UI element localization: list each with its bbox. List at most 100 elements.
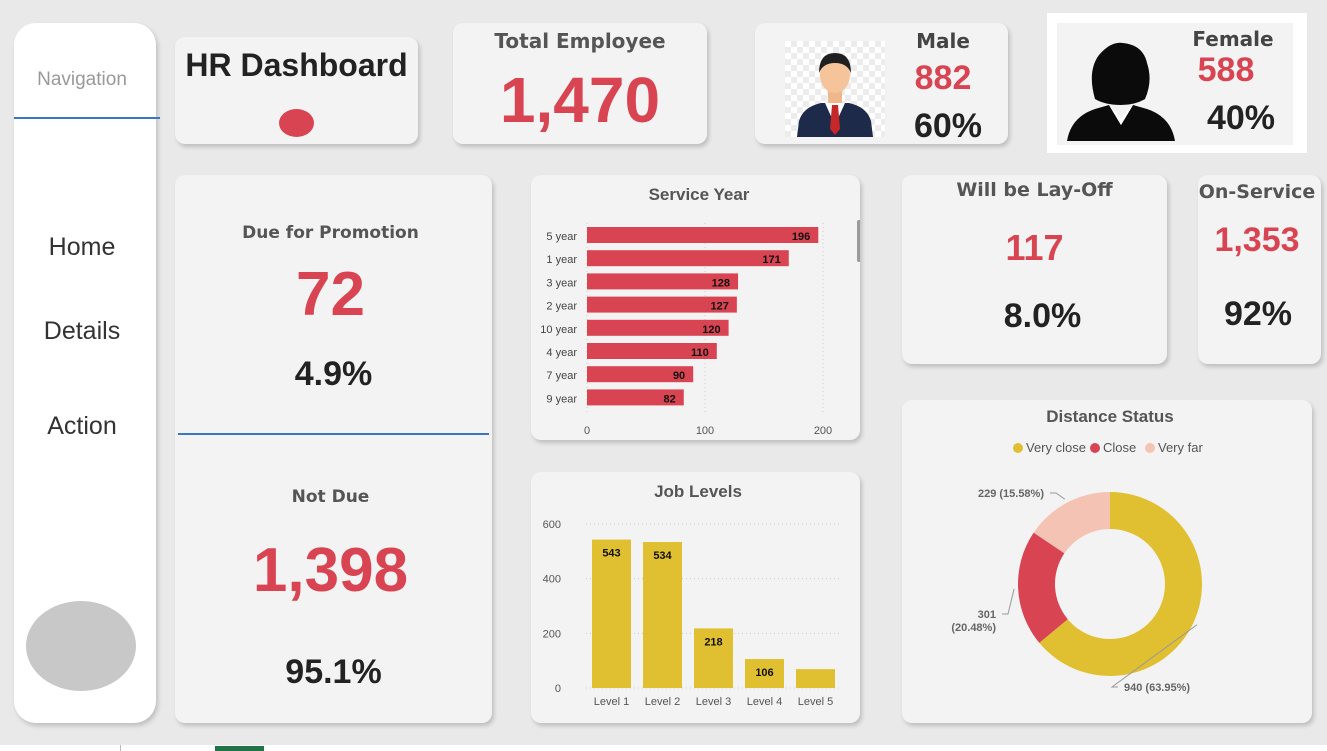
due-promotion-value: 72: [296, 260, 365, 329]
distance-leader-line: [1050, 492, 1066, 500]
female-card: Female 588 40%: [1047, 13, 1307, 153]
total-employee-card: Total Employee 1,470: [453, 23, 707, 144]
job-levels-bar[interactable]: [643, 542, 682, 688]
service-year-data-label: 82: [664, 393, 676, 405]
service-year-chart: Service Year 5 year 196 1 year 171 3 year 128…: [540, 185, 862, 437]
distance-status-card: Distance Status Very close Close Very far …: [902, 400, 1312, 723]
promotion-divider: [178, 433, 489, 435]
layoff-card: Will be Lay-Off 117 8.0%: [902, 175, 1167, 364]
dashboard-title-card: HR Dashboard: [175, 37, 418, 144]
job-levels-category-label: Level 4: [747, 696, 782, 708]
male-avatar-icon: [785, 41, 885, 137]
on-service-percent: 92%: [1223, 295, 1293, 333]
total-employee-label: Total Employee: [494, 29, 666, 53]
distance-legend-marker: [1013, 443, 1023, 453]
service-year-category-label: 1 year: [546, 254, 577, 266]
distance-data-label: 301: [978, 609, 996, 621]
not-due-percent: 95.1%: [285, 653, 382, 691]
on-service-card: On-Service 1,353 92%: [1198, 175, 1321, 364]
service-year-category-label: 5 year: [546, 231, 577, 243]
distance-data-label: (20.48%): [951, 622, 996, 634]
job-levels-bar[interactable]: [796, 669, 835, 688]
service-year-data-label: 127: [711, 301, 729, 313]
service-year-bar[interactable]: [587, 227, 819, 243]
on-service-label: On-Service: [1198, 181, 1316, 203]
job-levels-ytick: 200: [543, 628, 561, 640]
sheet-tab-divider: [120, 745, 121, 751]
layoff-value: 117: [1005, 227, 1064, 268]
female-value: 588: [1197, 51, 1255, 89]
service-year-data-label: 110: [691, 347, 709, 359]
service-year-data-label: 171: [762, 254, 780, 266]
service-year-card: Service Year 5 year 196 1 year 171 3 year 128…: [531, 175, 862, 440]
service-year-xtick: 0: [584, 425, 590, 437]
not-due-label: Not Due: [291, 487, 370, 507]
layoff-percent: 8.0%: [1003, 297, 1082, 335]
job-levels-category-label: Level 2: [645, 696, 680, 708]
job-levels-ytick: 600: [543, 519, 561, 531]
service-year-title: Service Year: [649, 185, 750, 204]
distance-legend-label[interactable]: Close: [1103, 440, 1136, 455]
job-levels-data-label: 534: [653, 550, 672, 562]
distance-legend-label[interactable]: Very close: [1026, 440, 1086, 455]
sheet-tab-bar: [0, 745, 1327, 751]
nav-item-action[interactable]: Action: [14, 412, 150, 441]
job-levels-title: Job Levels: [654, 482, 742, 501]
due-promotion-percent: 4.9%: [294, 355, 373, 393]
navigation-divider: [14, 117, 160, 119]
service-year-bar[interactable]: [587, 250, 789, 267]
distance-status-title: Distance Status: [1046, 407, 1174, 426]
job-levels-bar[interactable]: [592, 539, 631, 688]
not-due-value: 1,398: [252, 536, 409, 605]
job-levels-card: Job Levels 543 534 218 106 0 200 400 600 Level…: [531, 472, 860, 723]
navigation-panel: Navigation Home Details Action: [14, 23, 160, 723]
nav-item-details[interactable]: Details: [14, 317, 150, 346]
layoff-label: Will be Lay-Off: [956, 179, 1113, 201]
service-year-scrollbar[interactable]: [857, 220, 862, 262]
service-year-category-label: 3 year: [546, 277, 577, 289]
job-levels-data-label: 543: [602, 548, 620, 560]
job-levels-data-label: 218: [704, 636, 722, 648]
male-value: 882: [914, 59, 972, 97]
service-year-data-label: 90: [673, 370, 685, 382]
status-dot[interactable]: [279, 109, 314, 137]
navigation-title: Navigation: [37, 69, 127, 90]
male-card: Male 882 60%: [755, 23, 1008, 145]
male-label: Male: [916, 29, 970, 53]
service-year-data-label: 128: [712, 277, 730, 289]
job-levels-ytick: 400: [543, 574, 561, 586]
total-employee-value: 1,470: [499, 64, 661, 136]
service-year-category-label: 7 year: [546, 370, 577, 382]
job-levels-chart: Job Levels 543 534 218 106 0 200 400 600 Level…: [543, 482, 841, 708]
service-year-xtick: 200: [814, 425, 832, 437]
service-year-category-label: 4 year: [546, 347, 577, 359]
nav-toggle-button[interactable]: [26, 601, 136, 691]
male-percent: 60%: [913, 107, 983, 145]
service-year-data-label: 120: [702, 324, 720, 336]
female-avatar-icon: [1065, 41, 1177, 141]
distance-status-chart: Distance Status Very close Close Very far …: [951, 407, 1203, 694]
job-levels-category-label: Level 3: [696, 696, 731, 708]
distance-data-label: 940 (63.95%): [1124, 682, 1190, 694]
promotion-card: Due for Promotion 72 4.9% Not Due 1,398 …: [175, 175, 492, 723]
distance-legend-marker: [1090, 443, 1100, 453]
service-year-category-label: 9 year: [546, 393, 577, 405]
service-year-category-label: 10 year: [540, 324, 577, 336]
page-title: HR Dashboard: [185, 47, 408, 83]
distance-legend-marker: [1145, 443, 1155, 453]
due-promotion-label: Due for Promotion: [242, 223, 419, 243]
distance-legend-label[interactable]: Very far: [1158, 440, 1203, 455]
female-card-inner: Female 588 40%: [1057, 23, 1293, 145]
service-year-data-label: 196: [792, 231, 810, 243]
job-levels-category-label: Level 5: [798, 696, 833, 708]
nav-item-home[interactable]: Home: [14, 233, 150, 262]
distance-data-label: 229 (15.58%): [978, 488, 1044, 500]
job-levels-category-label: Level 1: [594, 696, 629, 708]
job-levels-ytick: 0: [555, 683, 561, 695]
job-levels-data-label: 106: [755, 667, 773, 679]
female-percent: 40%: [1206, 99, 1276, 137]
female-label: Female: [1192, 27, 1274, 51]
distance-leader-line: [1002, 588, 1015, 615]
sheet-tab-active[interactable]: [215, 746, 264, 751]
service-year-xtick: 100: [696, 425, 714, 437]
